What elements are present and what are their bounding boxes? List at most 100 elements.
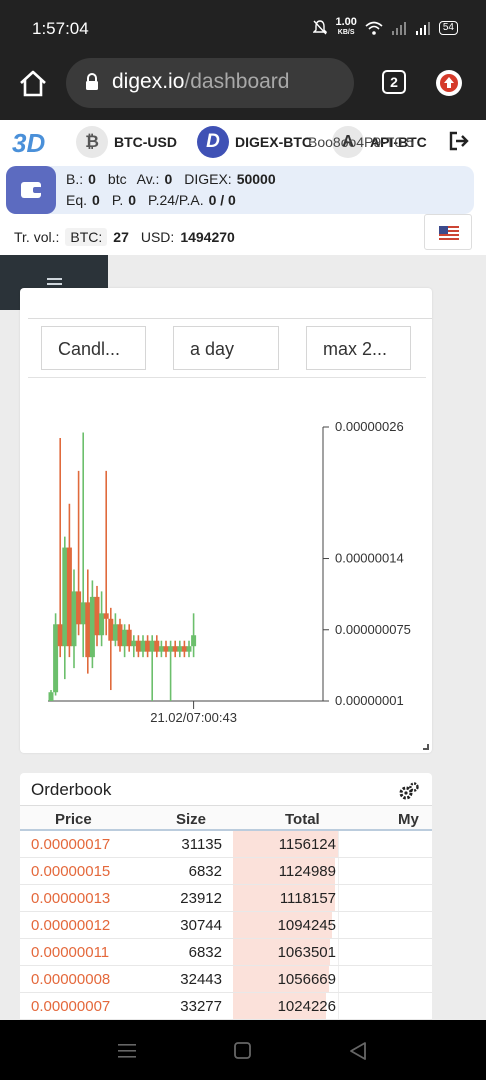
clock: 1:57:04 xyxy=(32,19,89,38)
order-size: 30744 xyxy=(180,917,222,934)
candlestick-chart[interactable]: 0.00000026 0.00000014 0.000000075 0.0000000… xyxy=(20,288,432,753)
orderbook-row[interactable]: 0.00000007 33277 1024226 xyxy=(20,993,432,1020)
col-price[interactable]: Price xyxy=(55,811,92,828)
my-column-divider xyxy=(338,939,339,965)
candle-body xyxy=(135,640,141,652)
order-size: 6832 xyxy=(188,944,222,961)
site-header: 3D ₿ BTC-USD D DIGEX-BTC A API-BTC Boo8o… xyxy=(0,120,486,255)
resize-handle[interactable] xyxy=(423,744,429,750)
digex-coin-icon: D xyxy=(197,126,229,158)
network-speed: 1.00 KB/S xyxy=(335,16,357,37)
account-summary: B.: 0 btc Av.: 0 DIGEX: 50000 Eq. 0 P. 0 P.24… xyxy=(6,166,474,214)
signal-icon xyxy=(391,21,406,35)
wallet-button[interactable] xyxy=(6,166,56,214)
available-value: 0 xyxy=(164,171,173,187)
orderbook-row[interactable]: 0.00000013 23912 1118157 xyxy=(20,885,432,912)
candle-body xyxy=(122,629,128,647)
svg-text:3D: 3D xyxy=(12,128,45,156)
menu-icon[interactable] xyxy=(116,1041,138,1061)
my-column-divider xyxy=(338,993,339,1019)
overlay-text: Boo8oo4P9-T0.5 xyxy=(308,134,414,150)
orderbook-row[interactable]: 0.00000008 32443 1056669 xyxy=(20,966,432,993)
home-square-icon[interactable] xyxy=(232,1041,254,1061)
candle-body xyxy=(177,646,183,652)
btc-volume-label: BTC: xyxy=(65,228,108,246)
home-icon[interactable] xyxy=(17,68,49,100)
profit-24-label: P.24/P.A. xyxy=(148,192,204,208)
order-total: 1124989 xyxy=(278,863,336,880)
pair-label: DIGEX-BTC xyxy=(235,134,312,150)
btc-volume-value: 27 xyxy=(113,229,129,245)
url-text: digex.io/dashboard xyxy=(112,70,290,93)
candle-body xyxy=(99,613,105,636)
orderbook-row[interactable]: 0.00000017 31135 1156124 xyxy=(20,831,432,858)
candle-body xyxy=(76,591,82,625)
gears-icon[interactable] xyxy=(398,781,420,801)
candle-body xyxy=(85,602,91,658)
digex-value: 50000 xyxy=(236,171,276,187)
orderbook-row[interactable]: 0.00000012 30744 1094245 xyxy=(20,912,432,939)
order-price: 0.00000017 xyxy=(31,836,111,853)
equity-label: Eq. xyxy=(66,192,88,208)
orderbook-header: Price Size Total My xyxy=(20,805,432,831)
candle-body xyxy=(154,640,160,652)
equity-value: 0 xyxy=(92,192,100,208)
language-selector[interactable] xyxy=(424,214,472,250)
usd-volume-label: USD: xyxy=(140,229,175,245)
browser-toolbar: digex.io/dashboard 2 xyxy=(0,58,486,120)
candle-body xyxy=(168,646,174,652)
my-column-divider xyxy=(338,858,339,884)
pair-digex-btc[interactable]: D DIGEX-BTC xyxy=(197,125,312,159)
order-size: 23912 xyxy=(180,890,222,907)
balance-row: B.: 0 btc Av.: 0 DIGEX: 50000 xyxy=(66,171,283,187)
col-size[interactable]: Size xyxy=(176,811,206,828)
us-flag-icon xyxy=(439,226,459,240)
signal-icon-2 xyxy=(415,21,430,35)
address-bar[interactable]: digex.io/dashboard xyxy=(66,58,354,108)
y-tick-label: 0.00000001 xyxy=(335,693,404,708)
col-my[interactable]: My xyxy=(398,811,419,828)
order-size: 31135 xyxy=(181,836,222,853)
system-navigation-bar xyxy=(0,1020,486,1080)
arrow-up-icon xyxy=(440,74,458,92)
candle-body xyxy=(149,640,155,652)
logout-icon[interactable] xyxy=(448,130,470,152)
status-bar: 1:57:04 1.00 KB/S 54 xyxy=(0,0,486,58)
y-tick-label: 0.00000014 xyxy=(335,551,404,566)
battery-icon: 54 xyxy=(438,20,458,35)
order-price: 0.00000007 xyxy=(31,998,111,1015)
col-total[interactable]: Total xyxy=(285,811,320,828)
back-icon[interactable] xyxy=(348,1041,370,1061)
candle-body xyxy=(158,646,164,652)
candle-body xyxy=(48,692,54,701)
candle-body xyxy=(89,596,95,658)
orderbook-row[interactable]: 0.00000011 6832 1063501 xyxy=(20,939,432,966)
my-column-divider xyxy=(338,966,339,992)
orderbook-panel: Orderbook Price Size Total My 0.00000017… xyxy=(20,773,432,1033)
browser-update-button[interactable] xyxy=(436,70,462,96)
order-price: 0.00000011 xyxy=(31,944,110,961)
profit-label: P. xyxy=(111,192,124,208)
trade-volume: Tr. vol.: BTC: 27 USD: 1494270 xyxy=(14,228,241,246)
pair-btc-usd[interactable]: ₿ BTC-USD xyxy=(76,125,177,159)
candle-body xyxy=(103,613,109,619)
my-column-divider xyxy=(338,912,339,938)
candle-body xyxy=(57,624,63,647)
orderbook-row[interactable]: 0.00000015 6832 1124989 xyxy=(20,858,432,885)
balance-label: B.: xyxy=(66,171,84,187)
candle-body xyxy=(94,596,100,636)
tab-switcher-button[interactable]: 2 xyxy=(382,70,406,94)
my-column-divider xyxy=(338,885,339,911)
order-total: 1118157 xyxy=(279,890,336,907)
wallet-icon xyxy=(21,182,42,198)
pair-label: BTC-USD xyxy=(114,134,177,150)
candle-body xyxy=(181,646,187,652)
candle-body xyxy=(186,646,192,652)
y-tick-label: 0.000000075 xyxy=(335,622,411,637)
order-price: 0.00000013 xyxy=(31,890,111,907)
digex-logo[interactable]: 3D xyxy=(12,128,56,156)
candle-body xyxy=(145,640,151,652)
order-total: 1063501 xyxy=(277,944,336,961)
system-icons: 1.00 KB/S 54 xyxy=(313,16,458,37)
candle-body xyxy=(66,547,72,647)
